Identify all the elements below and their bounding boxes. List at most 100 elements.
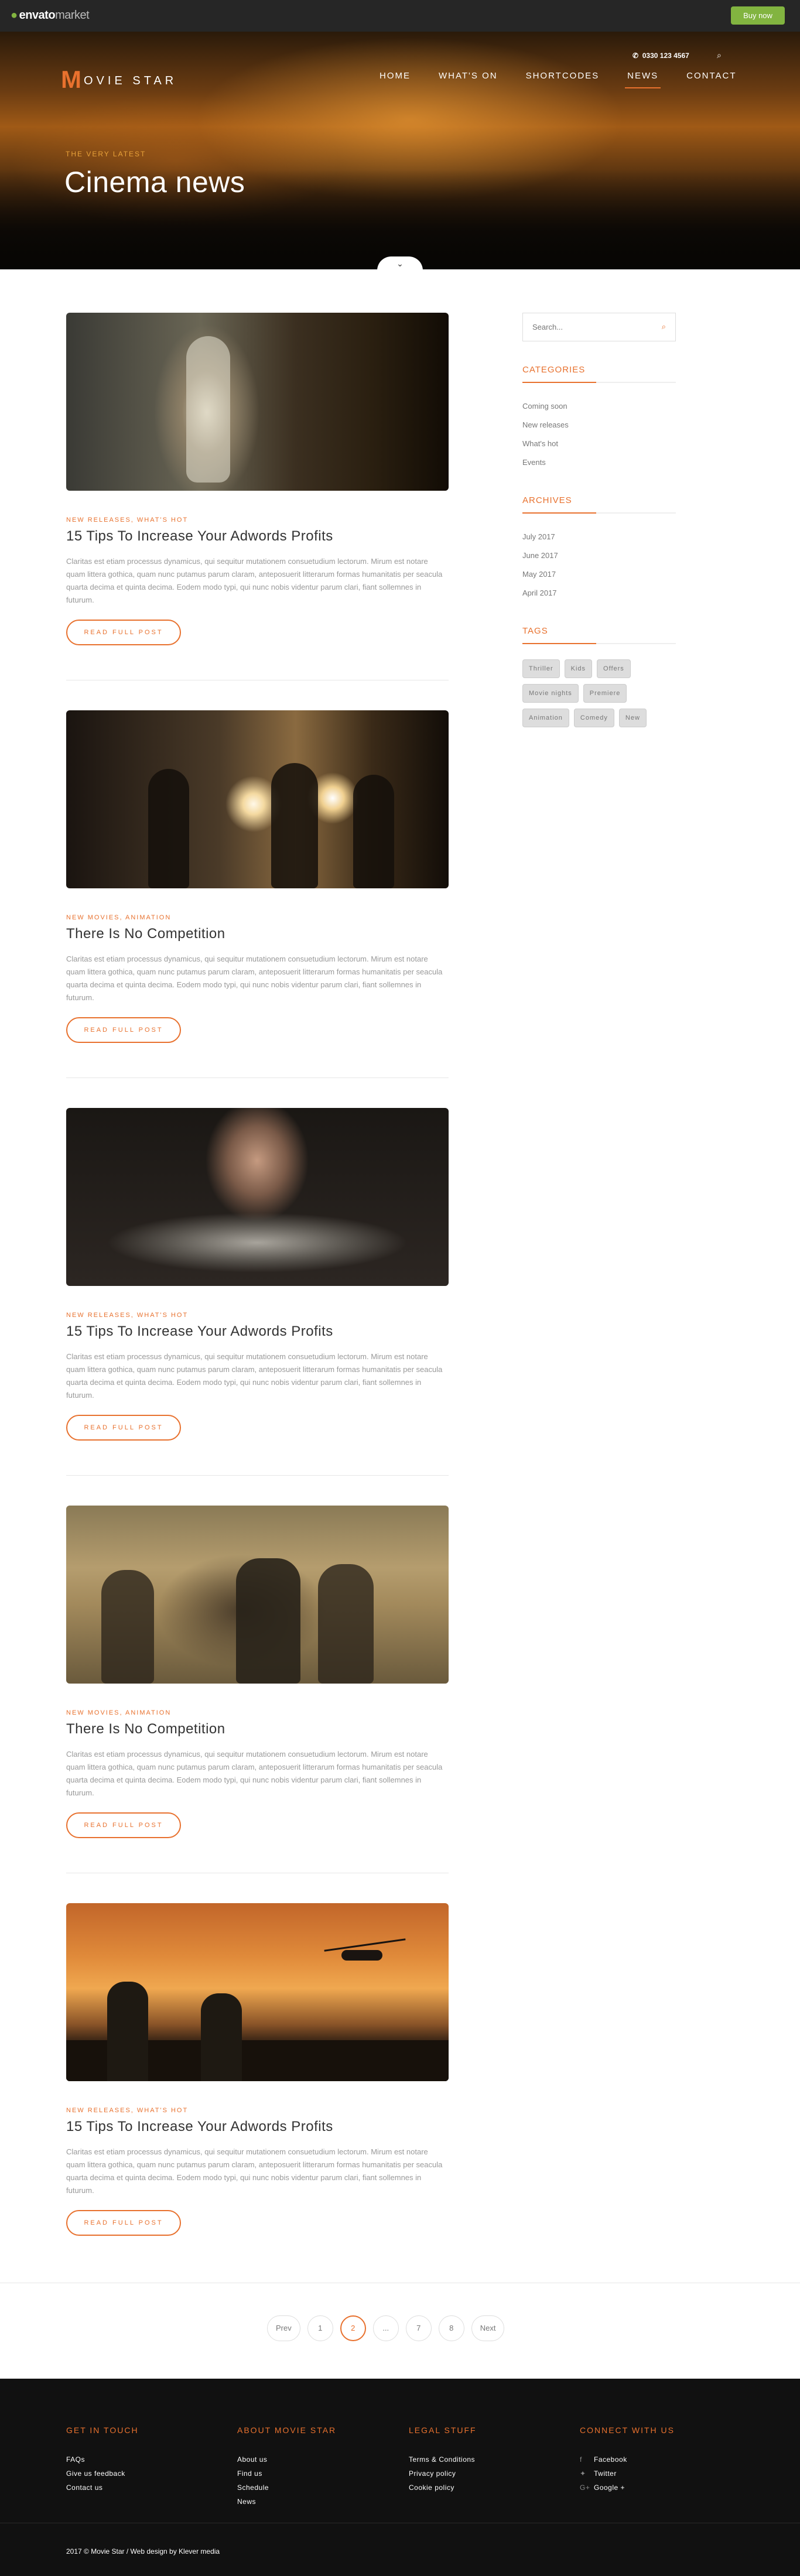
- post-image[interactable]: [66, 1108, 449, 1286]
- widget-title-archives: ARCHIVES: [522, 495, 572, 505]
- header-phone[interactable]: ✆ 0330 123 4567: [633, 52, 689, 60]
- tag[interactable]: Kids: [564, 659, 593, 678]
- tag[interactable]: Thriller: [522, 659, 560, 678]
- tag[interactable]: Animation: [522, 709, 569, 727]
- post-card: NEW RELEASES, WHAT'S HOT 15 Tips To Incr…: [66, 1903, 449, 2236]
- post-card: NEW RELEASES, WHAT'S HOT 15 Tips To Incr…: [66, 313, 449, 645]
- pagination: Prev 1 2 ... 7 8 Next: [267, 2315, 505, 2341]
- footer-link[interactable]: Give us feedback: [66, 2466, 139, 2481]
- read-full-post-button[interactable]: READ FULL POST: [66, 1017, 181, 1043]
- tag[interactable]: Offers: [597, 659, 631, 678]
- main-nav: HOME WHAT'S ON SHORTCODES NEWS CONTACT: [365, 71, 751, 88]
- footer-link[interactable]: Contact us: [66, 2481, 139, 2495]
- widget-divider: [522, 512, 676, 514]
- pagination-page[interactable]: 7: [405, 2315, 432, 2341]
- archive-link[interactable]: May 2017: [522, 565, 676, 584]
- footer-link[interactable]: Terms & Conditions: [409, 2452, 477, 2466]
- nav-item-whats-on[interactable]: WHAT'S ON: [425, 71, 512, 81]
- read-full-post-button[interactable]: READ FULL POST: [66, 2210, 181, 2236]
- footer-social-link[interactable]: ✦ Twitter: [580, 2466, 675, 2481]
- category-link[interactable]: New releases: [522, 416, 676, 435]
- envato-logo[interactable]: ● envatomarket: [11, 9, 90, 22]
- phone-icon: ✆: [633, 52, 639, 60]
- pagination-next[interactable]: Next: [471, 2315, 505, 2341]
- footer-social-link[interactable]: G+ Google +: [580, 2481, 675, 2495]
- archives-list: July 2017 June 2017 May 2017 April 2017: [522, 528, 676, 603]
- logo-text: OVIE STAR: [84, 74, 177, 87]
- pagination-page-current[interactable]: 2: [340, 2315, 366, 2341]
- post-title[interactable]: 15 Tips To Increase Your Adwords Profits: [66, 2119, 449, 2135]
- read-full-post-button[interactable]: READ FULL POST: [66, 1812, 181, 1838]
- footer-link[interactable]: FAQs: [66, 2452, 139, 2466]
- tag-cloud: Thriller Kids Offers Movie nights Premie…: [522, 659, 676, 727]
- post-image[interactable]: [66, 313, 449, 491]
- footer-link[interactable]: Privacy policy: [409, 2466, 477, 2481]
- search-icon[interactable]: ⌕: [662, 322, 666, 331]
- nav-item-contact[interactable]: CONTACT: [672, 71, 750, 81]
- nav-item-home[interactable]: HOME: [365, 71, 425, 81]
- category-link[interactable]: What's hot: [522, 435, 676, 453]
- category-link[interactable]: Coming soon: [522, 397, 676, 416]
- tag[interactable]: New: [618, 709, 647, 727]
- archive-link[interactable]: April 2017: [522, 584, 676, 603]
- categories-list: Coming soon New releases What's hot Even…: [522, 397, 676, 472]
- buy-now-button[interactable]: Buy now: [731, 6, 785, 25]
- footer-col-about: ABOUT MOVIE STAR About us Find us Schedu…: [237, 2426, 336, 2509]
- nav-item-news[interactable]: NEWS: [613, 71, 672, 88]
- footer-link[interactable]: Find us: [237, 2466, 336, 2481]
- social-label: Twitter: [594, 2469, 617, 2478]
- archive-link[interactable]: June 2017: [522, 546, 676, 565]
- pagination-page[interactable]: 1: [307, 2315, 333, 2341]
- post-image[interactable]: [66, 710, 449, 888]
- footer: GET IN TOUCH FAQs Give us feedback Conta…: [0, 2379, 800, 2576]
- post-divider: [66, 1077, 449, 1078]
- post-excerpt: Claritas est etiam processus dynamicus, …: [66, 1750, 443, 1797]
- post-divider: [66, 1475, 449, 1476]
- category-link[interactable]: Events: [522, 453, 676, 472]
- post-title[interactable]: There Is No Competition: [66, 1721, 449, 1737]
- twitter-icon: ✦: [580, 2469, 586, 2478]
- post-categories[interactable]: NEW MOVIES, ANIMATION: [66, 914, 449, 921]
- post-categories[interactable]: NEW RELEASES, WHAT'S HOT: [66, 516, 449, 524]
- header-search-icon[interactable]: ⌕: [717, 50, 722, 60]
- page-title: Cinema news: [64, 166, 245, 199]
- pagination-prev[interactable]: Prev: [267, 2315, 300, 2341]
- tag[interactable]: Premiere: [583, 684, 627, 703]
- footer-link[interactable]: Schedule: [237, 2481, 336, 2495]
- footer-col-title: LEGAL STUFF: [409, 2426, 477, 2435]
- footer-link[interactable]: News: [237, 2495, 336, 2509]
- post-image[interactable]: [66, 1506, 449, 1684]
- post-title[interactable]: 15 Tips To Increase Your Adwords Profits: [66, 528, 449, 545]
- read-full-post-button[interactable]: READ FULL POST: [66, 1415, 181, 1441]
- post-title[interactable]: There Is No Competition: [66, 926, 449, 942]
- tag[interactable]: Movie nights: [522, 684, 579, 703]
- footer-col-title: CONNECT WITH US: [580, 2426, 675, 2435]
- tag[interactable]: Comedy: [573, 709, 614, 727]
- pagination-ellipsis: ...: [372, 2315, 399, 2341]
- site-logo[interactable]: M OVIE STAR: [61, 66, 177, 94]
- sidebar-search: ⌕: [522, 313, 676, 341]
- envato-logo-text: envato: [19, 9, 56, 22]
- archive-link[interactable]: July 2017: [522, 528, 676, 546]
- pagination-page[interactable]: 8: [438, 2315, 464, 2341]
- post-title[interactable]: 15 Tips To Increase Your Adwords Profits: [66, 1323, 449, 1340]
- post-categories[interactable]: NEW RELEASES, WHAT'S HOT: [66, 2107, 449, 2114]
- footer-link[interactable]: Cookie policy: [409, 2481, 477, 2495]
- read-full-post-button[interactable]: READ FULL POST: [66, 620, 181, 645]
- post-image[interactable]: [66, 1903, 449, 2081]
- hero-kicker: THE VERY LATEST: [66, 150, 146, 158]
- post-excerpt: Claritas est etiam processus dynamicus, …: [66, 955, 443, 1002]
- post-categories[interactable]: NEW RELEASES, WHAT'S HOT: [66, 1312, 449, 1319]
- widget-divider: [522, 643, 676, 644]
- post-excerpt: Claritas est etiam processus dynamicus, …: [66, 557, 443, 604]
- post-categories[interactable]: NEW MOVIES, ANIMATION: [66, 1709, 449, 1716]
- footer-col-connect: CONNECT WITH US f Facebook ✦ Twitter G+ Goo…: [580, 2426, 675, 2495]
- post-excerpt: Claritas est etiam processus dynamicus, …: [66, 1352, 443, 1400]
- nav-item-shortcodes[interactable]: SHORTCODES: [512, 71, 614, 81]
- chevron-down-icon[interactable]: ⌄: [377, 256, 423, 271]
- facebook-icon: f: [580, 2455, 582, 2464]
- search-input[interactable]: [523, 313, 652, 341]
- footer-social-link[interactable]: f Facebook: [580, 2452, 675, 2466]
- footer-link[interactable]: About us: [237, 2452, 336, 2466]
- footer-col-title: ABOUT MOVIE STAR: [237, 2426, 337, 2435]
